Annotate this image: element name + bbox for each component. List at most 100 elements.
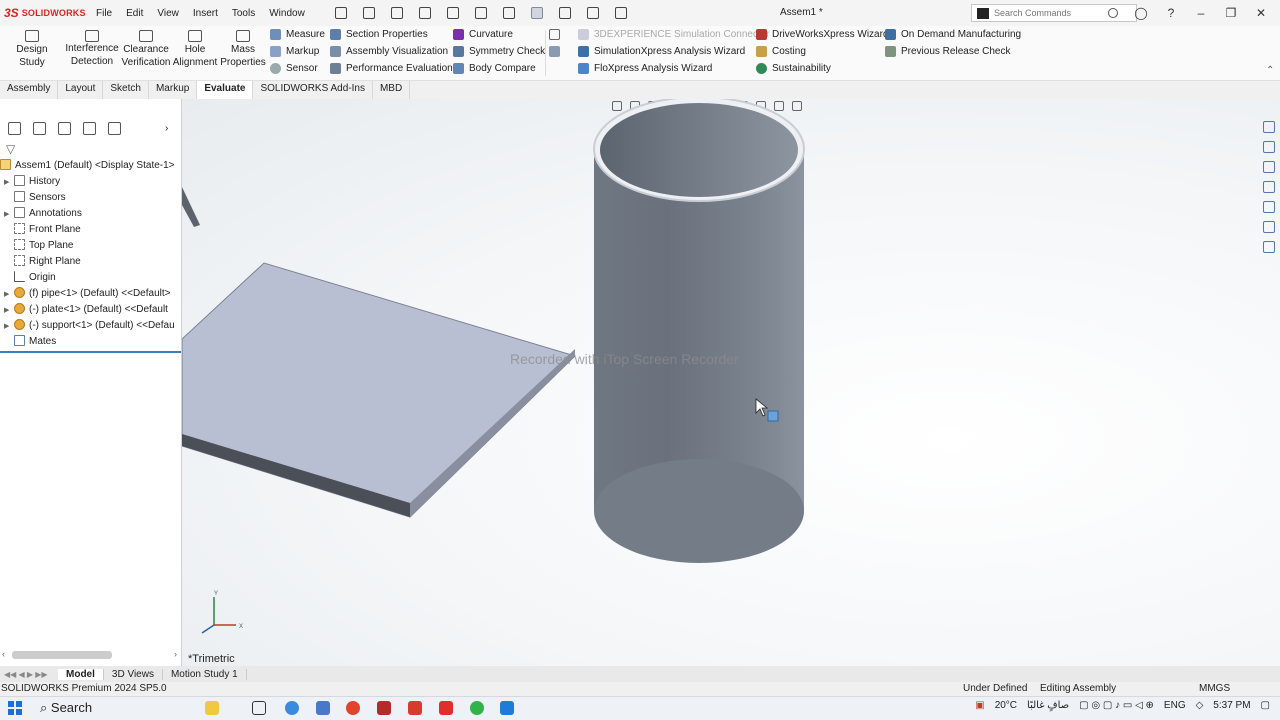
tab-sketch[interactable]: Sketch [103,81,149,99]
graphics-area[interactable]: Y X Recorded with iTop Screen Recorder *… [182,99,1280,666]
tree-item-top-plane[interactable]: Top Plane [0,238,182,254]
recorder-app-icon[interactable] [377,701,391,715]
tree-item-history[interactable]: ▶ History [0,174,182,190]
hole-alignment-button[interactable]: Hole Alignment [172,28,218,69]
menu-insert[interactable]: Insert [193,8,218,19]
measure-button[interactable]: Measure [270,29,325,40]
options-gear-icon[interactable] [614,7,627,19]
design-study-button[interactable]: Design Study [4,28,60,69]
performance-evaluation-button[interactable]: Performance Evaluation [330,63,453,74]
tree-item-plate[interactable]: ▶ (-) plate<1> (Default) <<Default [0,302,182,318]
interference-detection-button[interactable]: Interference Detection [64,28,120,68]
pipe-part[interactable] [593,99,805,563]
minimize-icon[interactable]: – [1194,6,1208,20]
print-icon[interactable] [446,7,459,19]
feature-tree-icon[interactable] [8,121,21,135]
floxpress-button[interactable]: FloXpress Analysis Wizard [578,63,712,74]
notifications-icon[interactable]: ▢ [1261,700,1270,711]
home-icon[interactable] [334,7,347,19]
tab-3d-views[interactable]: 3D Views [104,668,163,680]
driveworks-button[interactable]: DriveWorksXpress Wizard [756,29,889,40]
tree-item-front-plane[interactable]: Front Plane [0,222,182,238]
view-palette-icon[interactable] [1263,201,1275,213]
support-part[interactable] [182,187,200,227]
tab-assembly[interactable]: Assembly [0,81,59,99]
expand-panel-icon[interactable]: › [165,123,168,134]
menu-window[interactable]: Window [269,8,305,19]
home-pane-icon[interactable] [1263,141,1275,153]
appearances-icon[interactable] [1263,221,1275,233]
tab-model[interactable]: Model [58,668,104,680]
custom-properties-icon[interactable] [1263,241,1275,253]
sensor-button[interactable]: Sensor [270,63,318,74]
tree-item-annotations[interactable]: ▶ Annotations [0,206,182,222]
property-manager-icon[interactable] [33,121,46,135]
display-manager-icon[interactable] [108,121,121,135]
copilot-icon[interactable] [205,701,219,715]
plate-part[interactable] [182,262,576,518]
rebuild-icon[interactable] [558,7,571,19]
restore-icon[interactable]: ❐ [1224,6,1238,20]
tab-motion-study[interactable]: Motion Study 1 [163,668,247,680]
user-icon[interactable]: ◯ [1134,6,1148,20]
previous-release-check-button[interactable]: Previous Release Check [885,46,1011,57]
tab-evaluate[interactable]: Evaluate [197,81,254,99]
tree-item-pipe[interactable]: ▶ (f) pipe<1> (Default) <<Default> [0,286,182,302]
rollback-bar[interactable] [0,351,181,353]
expand-arrow-icon[interactable]: ▶ [4,287,14,302]
tray-icons[interactable]: ▢ ◎ ▢ ♪ ▭ ◁ ⊕ [1079,700,1154,711]
search-icon[interactable] [1108,8,1118,18]
tree-item-support[interactable]: ▶ (-) support<1> (Default) <<Defau [0,318,182,334]
curvature-button[interactable]: Curvature [453,29,513,40]
tree-item-right-plane[interactable]: Right Plane [0,254,182,270]
whatsapp-icon[interactable] [470,701,484,715]
menu-view[interactable]: View [157,8,179,19]
scroll-right-icon[interactable]: › [174,649,177,659]
collapse-ribbon-icon[interactable]: ⌃ [1266,65,1274,76]
design-library-icon[interactable] [1263,161,1275,173]
expand-arrow-icon[interactable]: ▶ [4,303,14,318]
menu-tools[interactable]: Tools [232,8,255,19]
clock[interactable]: 5:37 PM [1213,700,1250,711]
design-checker-button[interactable] [549,46,565,57]
tab-mbd[interactable]: MBD [373,81,411,99]
tree-item-origin[interactable]: Origin [0,270,182,286]
file-properties-icon[interactable] [586,7,599,19]
tree-item-mates[interactable]: Mates [0,334,182,350]
mass-properties-button[interactable]: Mass Properties [220,28,266,69]
search-commands[interactable] [971,4,1137,22]
open-icon[interactable] [390,7,403,19]
panel-horizontal-scrollbar[interactable]: ‹ › [0,649,181,661]
menu-edit[interactable]: Edit [126,8,143,19]
redo-icon[interactable] [502,7,515,19]
app-icon[interactable] [500,701,514,715]
tab-markup[interactable]: Markup [149,81,198,99]
on-demand-manufacturing-button[interactable]: On Demand Manufacturing [885,29,1021,40]
taskbar-search[interactable]: ⌕ Search [40,700,92,716]
select-icon[interactable] [530,7,543,19]
tab-layout[interactable]: Layout [58,81,104,99]
clearance-verification-button[interactable]: Clearance Verification [120,28,172,69]
help-icon[interactable]: ? [1164,6,1178,20]
undo-icon[interactable] [474,7,487,19]
scroll-left-icon[interactable]: ‹ [2,649,5,659]
weather-icon[interactable]: ▣ [975,700,984,711]
unit-system[interactable]: MMGS [1199,683,1230,694]
sustainability-button[interactable]: Sustainability [756,63,831,74]
language-indicator[interactable]: ENG [1164,700,1186,711]
solidworks-taskbar-icon[interactable] [408,701,422,715]
markup-button[interactable]: Markup [270,46,319,57]
tab-addins[interactable]: SOLIDWORKS Add-Ins [253,81,373,99]
new-document-icon[interactable] [362,7,375,19]
acrobat-icon[interactable] [439,701,453,715]
edge-icon[interactable] [285,701,299,715]
chrome-icon[interactable] [346,701,360,715]
expand-arrow-icon[interactable]: ▶ [4,175,14,190]
network-icon[interactable]: ◇ [1196,700,1204,711]
symmetry-check-button[interactable]: Symmetry Check [453,46,545,57]
start-button[interactable] [8,701,22,715]
expand-arrow-icon[interactable]: ▶ [4,319,14,334]
costing-button[interactable]: Costing [756,46,806,57]
solidworks-logo[interactable]: 3S SOLIDWORKS [0,6,90,20]
menu-file[interactable]: File [96,8,112,19]
